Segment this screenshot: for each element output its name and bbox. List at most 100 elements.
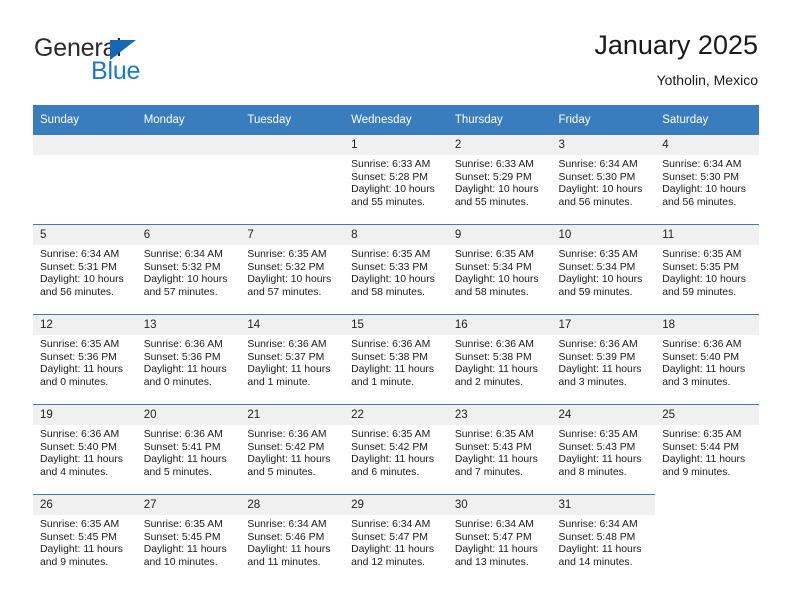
- day-number: 21: [240, 405, 345, 425]
- calendar-day-cell[interactable]: 12 Sunrise: 6:35 AM Sunset: 5:36 PM Dayligh…: [33, 314, 137, 405]
- day-details: Sunrise: 6:35 AM Sunset: 5:34 PM Daylight:…: [552, 245, 656, 299]
- sunset-text: Sunset: 5:34 PM: [558, 261, 636, 273]
- day-number: 14: [240, 315, 345, 335]
- calendar-day-cell[interactable]: 16 Sunrise: 6:36 AM Sunset: 5:38 PM Dayligh…: [447, 314, 552, 405]
- calendar-day-cell[interactable]: 3 Sunrise: 6:34 AM Sunset: 5:30 PM Daylight…: [551, 134, 656, 225]
- calendar-day-cell[interactable]: 25 Sunrise: 6:35 AM Sunset: 5:44 PM Dayligh…: [655, 404, 759, 495]
- sunset-text: Sunset: 5:37 PM: [247, 351, 325, 363]
- daylight-text: Daylight: 11 hours and 3 minutes.: [662, 364, 746, 388]
- daylight-text: Daylight: 11 hours and 9 minutes.: [662, 454, 746, 478]
- calendar-day-cell[interactable]: 14 Sunrise: 6:36 AM Sunset: 5:37 PM Dayligh…: [240, 314, 345, 405]
- calendar-day-cell[interactable]: 13 Sunrise: 6:36 AM Sunset: 5:36 PM Dayligh…: [136, 314, 241, 405]
- sunrise-text: Sunrise: 6:33 AM: [351, 159, 431, 170]
- calendar-day-cell[interactable]: 6 Sunrise: 6:34 AM Sunset: 5:32 PM Daylight…: [136, 224, 241, 315]
- calendar-day-cell[interactable]: 21 Sunrise: 6:36 AM Sunset: 5:42 PM Dayligh…: [240, 404, 345, 495]
- calendar-day-cell[interactable]: 17 Sunrise: 6:36 AM Sunset: 5:39 PM Dayligh…: [551, 314, 656, 405]
- general-blue-logo[interactable]: General Blue: [34, 34, 234, 92]
- sunset-text: Sunset: 5:35 PM: [662, 261, 740, 273]
- calendar-day-cell[interactable]: 15 Sunrise: 6:36 AM Sunset: 5:38 PM Dayligh…: [344, 314, 448, 405]
- calendar-day-cell[interactable]: 31 Sunrise: 6:34 AM Sunset: 5:48 PM Dayligh…: [551, 494, 656, 584]
- sunset-text: Sunset: 5:40 PM: [40, 441, 117, 453]
- calendar-day-cell[interactable]: 10 Sunrise: 6:35 AM Sunset: 5:34 PM Dayligh…: [551, 224, 656, 315]
- sunrise-text: Sunrise: 6:35 AM: [351, 429, 431, 440]
- calendar-day-cell[interactable]: 4 Sunrise: 6:34 AM Sunset: 5:30 PM Daylight…: [655, 134, 759, 225]
- sunset-text: Sunset: 5:44 PM: [662, 441, 740, 453]
- calendar-day-cell[interactable]: 23 Sunrise: 6:35 AM Sunset: 5:43 PM Dayligh…: [447, 404, 552, 495]
- sunset-text: Sunset: 5:39 PM: [558, 351, 636, 363]
- calendar-day-cell-empty: [240, 134, 345, 225]
- calendar-day-cell[interactable]: 27 Sunrise: 6:35 AM Sunset: 5:45 PM Dayligh…: [136, 494, 241, 584]
- day-number: 1: [344, 135, 448, 155]
- day-number: 28: [240, 495, 345, 515]
- day-details: Sunrise: 6:36 AM Sunset: 5:39 PM Daylight:…: [552, 335, 656, 389]
- day-details: Sunrise: 6:34 AM Sunset: 5:30 PM Daylight:…: [655, 155, 759, 209]
- calendar-day-cell[interactable]: 22 Sunrise: 6:35 AM Sunset: 5:42 PM Dayligh…: [344, 404, 448, 495]
- sunset-text: Sunset: 5:36 PM: [143, 351, 221, 363]
- day-details: Sunrise: 6:34 AM Sunset: 5:46 PM Daylight:…: [240, 515, 344, 569]
- calendar-day-cell[interactable]: 18 Sunrise: 6:36 AM Sunset: 5:40 PM Dayligh…: [655, 314, 759, 405]
- day-number: 24: [551, 405, 656, 425]
- day-details: Sunrise: 6:33 AM Sunset: 5:29 PM Daylight:…: [448, 155, 552, 209]
- daylight-text: Daylight: 10 hours and 57 minutes.: [143, 274, 228, 298]
- daylight-text: Daylight: 10 hours and 57 minutes.: [247, 274, 332, 298]
- sunrise-text: Sunrise: 6:36 AM: [558, 339, 638, 350]
- calendar-day-cell[interactable]: 11 Sunrise: 6:35 AM Sunset: 5:35 PM Dayligh…: [655, 224, 759, 315]
- daylight-text: Daylight: 11 hours and 12 minutes.: [351, 544, 435, 568]
- calendar-day-cell[interactable]: 1 Sunrise: 6:33 AM Sunset: 5:28 PM Daylight…: [344, 134, 448, 225]
- calendar-day-cell[interactable]: 28 Sunrise: 6:34 AM Sunset: 5:46 PM Dayligh…: [240, 494, 345, 584]
- daylight-text: Daylight: 11 hours and 6 minutes.: [351, 454, 435, 478]
- day-details: Sunrise: 6:36 AM Sunset: 5:40 PM Daylight:…: [33, 425, 137, 479]
- daylight-text: Daylight: 11 hours and 0 minutes.: [40, 364, 123, 388]
- calendar-day-cell[interactable]: 7 Sunrise: 6:35 AM Sunset: 5:32 PM Daylight…: [240, 224, 345, 315]
- calendar-day-cell[interactable]: 19 Sunrise: 6:36 AM Sunset: 5:40 PM Dayligh…: [33, 404, 137, 495]
- sunrise-text: Sunrise: 6:35 AM: [143, 519, 223, 530]
- day-number: 5: [33, 225, 137, 245]
- sunrise-text: Sunrise: 6:35 AM: [454, 429, 534, 440]
- daylight-text: Daylight: 10 hours and 59 minutes.: [558, 274, 643, 298]
- day-number: 10: [551, 225, 656, 245]
- sunset-text: Sunset: 5:31 PM: [40, 261, 117, 273]
- day-number: 11: [655, 225, 759, 245]
- day-number: 22: [344, 405, 448, 425]
- calendar-page: General Blue January 2025 Yotholin, Mexi…: [0, 0, 792, 612]
- sunrise-text: Sunrise: 6:35 AM: [351, 249, 431, 260]
- sunrise-text: Sunrise: 6:34 AM: [247, 519, 327, 530]
- calendar-week-row: 5 Sunrise: 6:34 AM Sunset: 5:31 PM Daylight…: [33, 224, 759, 315]
- sunset-text: Sunset: 5:29 PM: [454, 171, 532, 183]
- calendar-day-cell[interactable]: 30 Sunrise: 6:34 AM Sunset: 5:47 PM Dayligh…: [447, 494, 552, 584]
- page-header: General Blue January 2025 Yotholin, Mexi…: [34, 28, 758, 100]
- sunrise-text: Sunrise: 6:35 AM: [454, 249, 534, 260]
- day-details: Sunrise: 6:36 AM Sunset: 5:41 PM Daylight:…: [137, 425, 241, 479]
- sunset-text: Sunset: 5:45 PM: [143, 531, 221, 543]
- sunrise-text: Sunrise: 6:35 AM: [662, 429, 742, 440]
- sunrise-text: Sunrise: 6:35 AM: [40, 519, 120, 530]
- calendar-day-cell[interactable]: 26 Sunrise: 6:35 AM Sunset: 5:45 PM Dayligh…: [33, 494, 137, 584]
- sunset-text: Sunset: 5:28 PM: [351, 171, 428, 183]
- sunrise-text: Sunrise: 6:34 AM: [143, 249, 223, 260]
- calendar-header-row: Sunday Monday Tuesday Wednesday Thursday…: [33, 105, 759, 135]
- day-number: 9: [447, 225, 552, 245]
- day-details: Sunrise: 6:35 AM Sunset: 5:45 PM Daylight:…: [137, 515, 241, 569]
- sunrise-text: Sunrise: 6:36 AM: [662, 339, 742, 350]
- sunrise-text: Sunrise: 6:36 AM: [40, 429, 120, 440]
- daylight-text: Daylight: 11 hours and 7 minutes.: [454, 454, 538, 478]
- calendar-day-cell[interactable]: 24 Sunrise: 6:35 AM Sunset: 5:43 PM Dayligh…: [551, 404, 656, 495]
- calendar-day-cell[interactable]: 2 Sunrise: 6:33 AM Sunset: 5:29 PM Daylight…: [447, 134, 552, 225]
- sunset-text: Sunset: 5:43 PM: [558, 441, 636, 453]
- weekday-header-tuesday: Tuesday: [240, 105, 345, 135]
- calendar-day-cell[interactable]: 5 Sunrise: 6:34 AM Sunset: 5:31 PM Daylight…: [33, 224, 137, 315]
- day-details: Sunrise: 6:35 AM Sunset: 5:34 PM Daylight:…: [448, 245, 552, 299]
- sunset-text: Sunset: 5:38 PM: [454, 351, 532, 363]
- calendar-day-cell-empty: [33, 134, 137, 225]
- day-number: [240, 135, 345, 155]
- daylight-text: Daylight: 10 hours and 58 minutes.: [454, 274, 539, 298]
- sunset-text: Sunset: 5:47 PM: [454, 531, 532, 543]
- day-number: 29: [344, 495, 448, 515]
- weekday-header-friday: Friday: [551, 105, 656, 135]
- calendar-day-cell[interactable]: 8 Sunrise: 6:35 AM Sunset: 5:33 PM Daylight…: [344, 224, 448, 315]
- sunrise-text: Sunrise: 6:34 AM: [351, 519, 431, 530]
- calendar-day-cell[interactable]: 20 Sunrise: 6:36 AM Sunset: 5:41 PM Dayligh…: [136, 404, 241, 495]
- calendar-day-cell[interactable]: 29 Sunrise: 6:34 AM Sunset: 5:47 PM Dayligh…: [344, 494, 448, 584]
- day-details: Sunrise: 6:36 AM Sunset: 5:42 PM Daylight:…: [240, 425, 344, 479]
- calendar-day-cell[interactable]: 9 Sunrise: 6:35 AM Sunset: 5:34 PM Daylight…: [447, 224, 552, 315]
